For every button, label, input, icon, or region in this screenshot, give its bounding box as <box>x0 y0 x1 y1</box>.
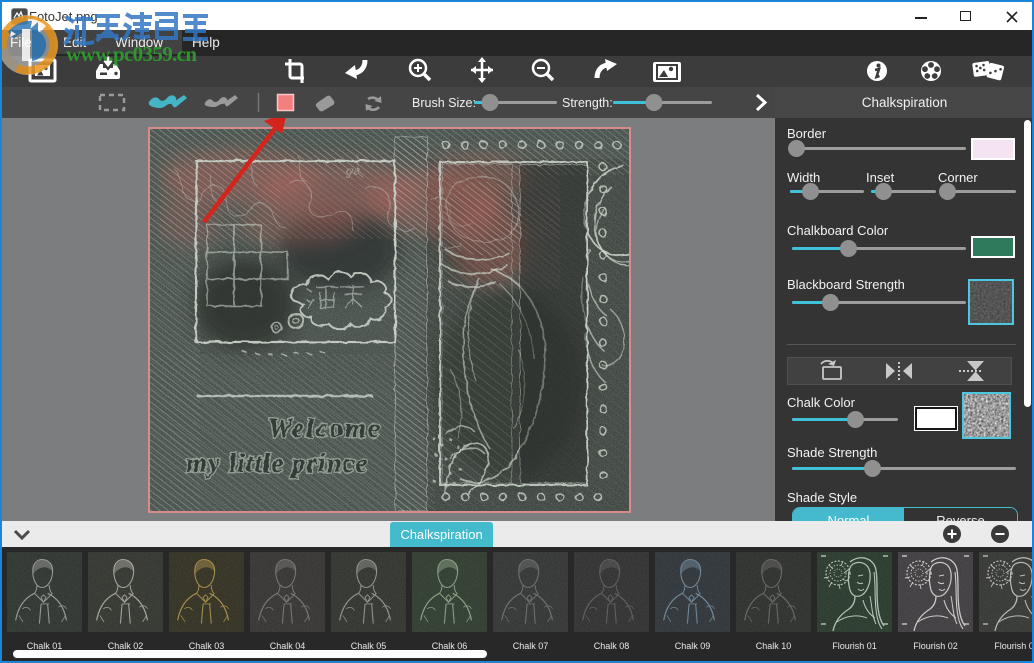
svg-text:ge: ge <box>346 163 361 179</box>
svg-text:Strength:: Strength: <box>562 96 613 110</box>
svg-text:Brush Size:: Brush Size: <box>412 96 476 110</box>
svg-text:Welcome: Welcome <box>268 413 382 443</box>
svg-text:my little prince: my little prince <box>186 448 368 478</box>
